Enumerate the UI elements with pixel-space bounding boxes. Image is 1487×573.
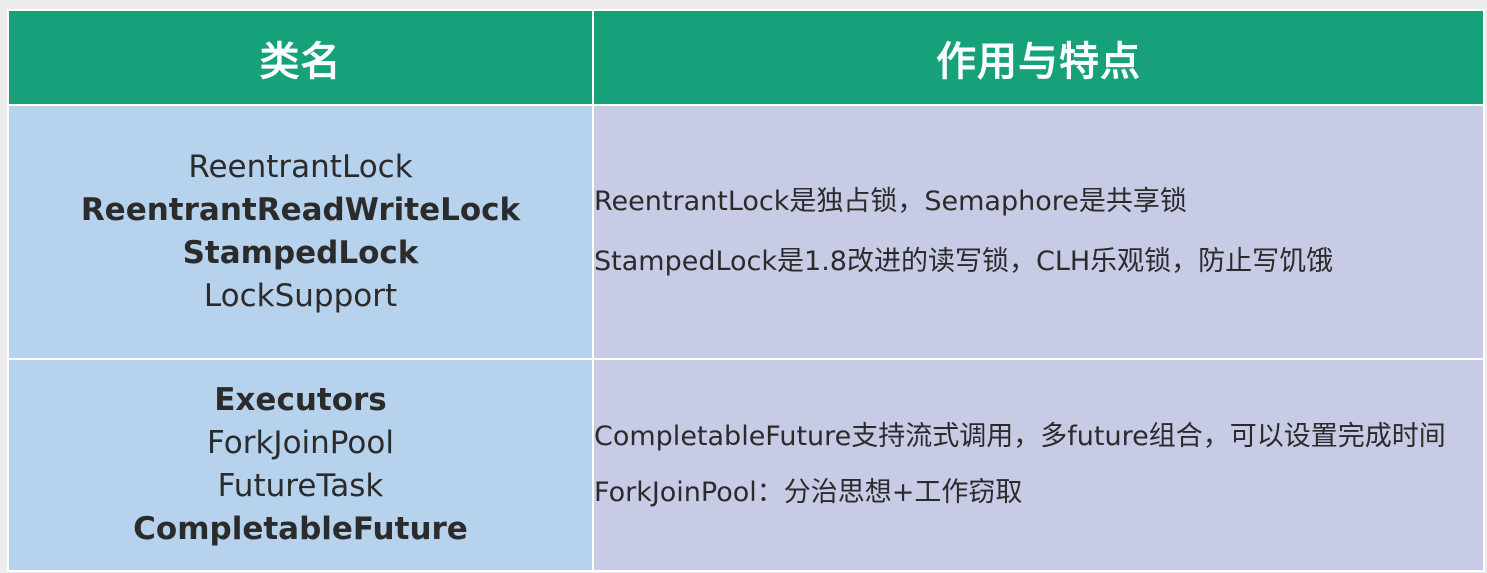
table-header-row: 类名 作用与特点 [7,9,1485,106]
slide-frame: 类名 作用与特点 ReentrantLock ReentrantReadWrit… [0,0,1487,573]
class-name: FutureTask [217,468,384,504]
java-concurrency-table: 类名 作用与特点 ReentrantLock ReentrantReadWrit… [7,9,1485,572]
class-name: StampedLock [182,235,419,271]
class-name: Executors [214,382,387,418]
description-cell: CompletableFuture支持流式调用，多future组合，可以设置完成… [592,358,1485,572]
description-cell: ReentrantLock是独占锁，Semaphore是共享锁 StampedL… [592,104,1485,360]
class-name: ReentrantReadWriteLock [80,192,521,228]
description-line: StampedLock是1.8改进的读写锁，CLH乐观锁，防止写饥饿 [594,246,1334,277]
class-name: LockSupport [203,278,398,314]
header-purpose: 作用与特点 [592,9,1485,106]
description-line: CompletableFuture支持流式调用，多future组合，可以设置完成… [594,421,1446,452]
description-line: ForkJoinPool：分治思想+工作窃取 [594,477,1023,508]
class-name: ForkJoinPool [207,425,394,461]
description-line: ReentrantLock是独占锁，Semaphore是共享锁 [594,186,1187,217]
class-name: CompletableFuture [133,511,468,547]
class-name: ReentrantLock [188,149,413,185]
class-names-cell: ReentrantLock ReentrantReadWriteLock Sta… [7,104,594,360]
header-class-name: 类名 [7,9,594,106]
table-row: ReentrantLock ReentrantReadWriteLock Sta… [7,104,1485,360]
table-row: Executors ForkJoinPool FutureTask Comple… [7,358,1485,572]
class-names-cell: Executors ForkJoinPool FutureTask Comple… [7,358,594,572]
